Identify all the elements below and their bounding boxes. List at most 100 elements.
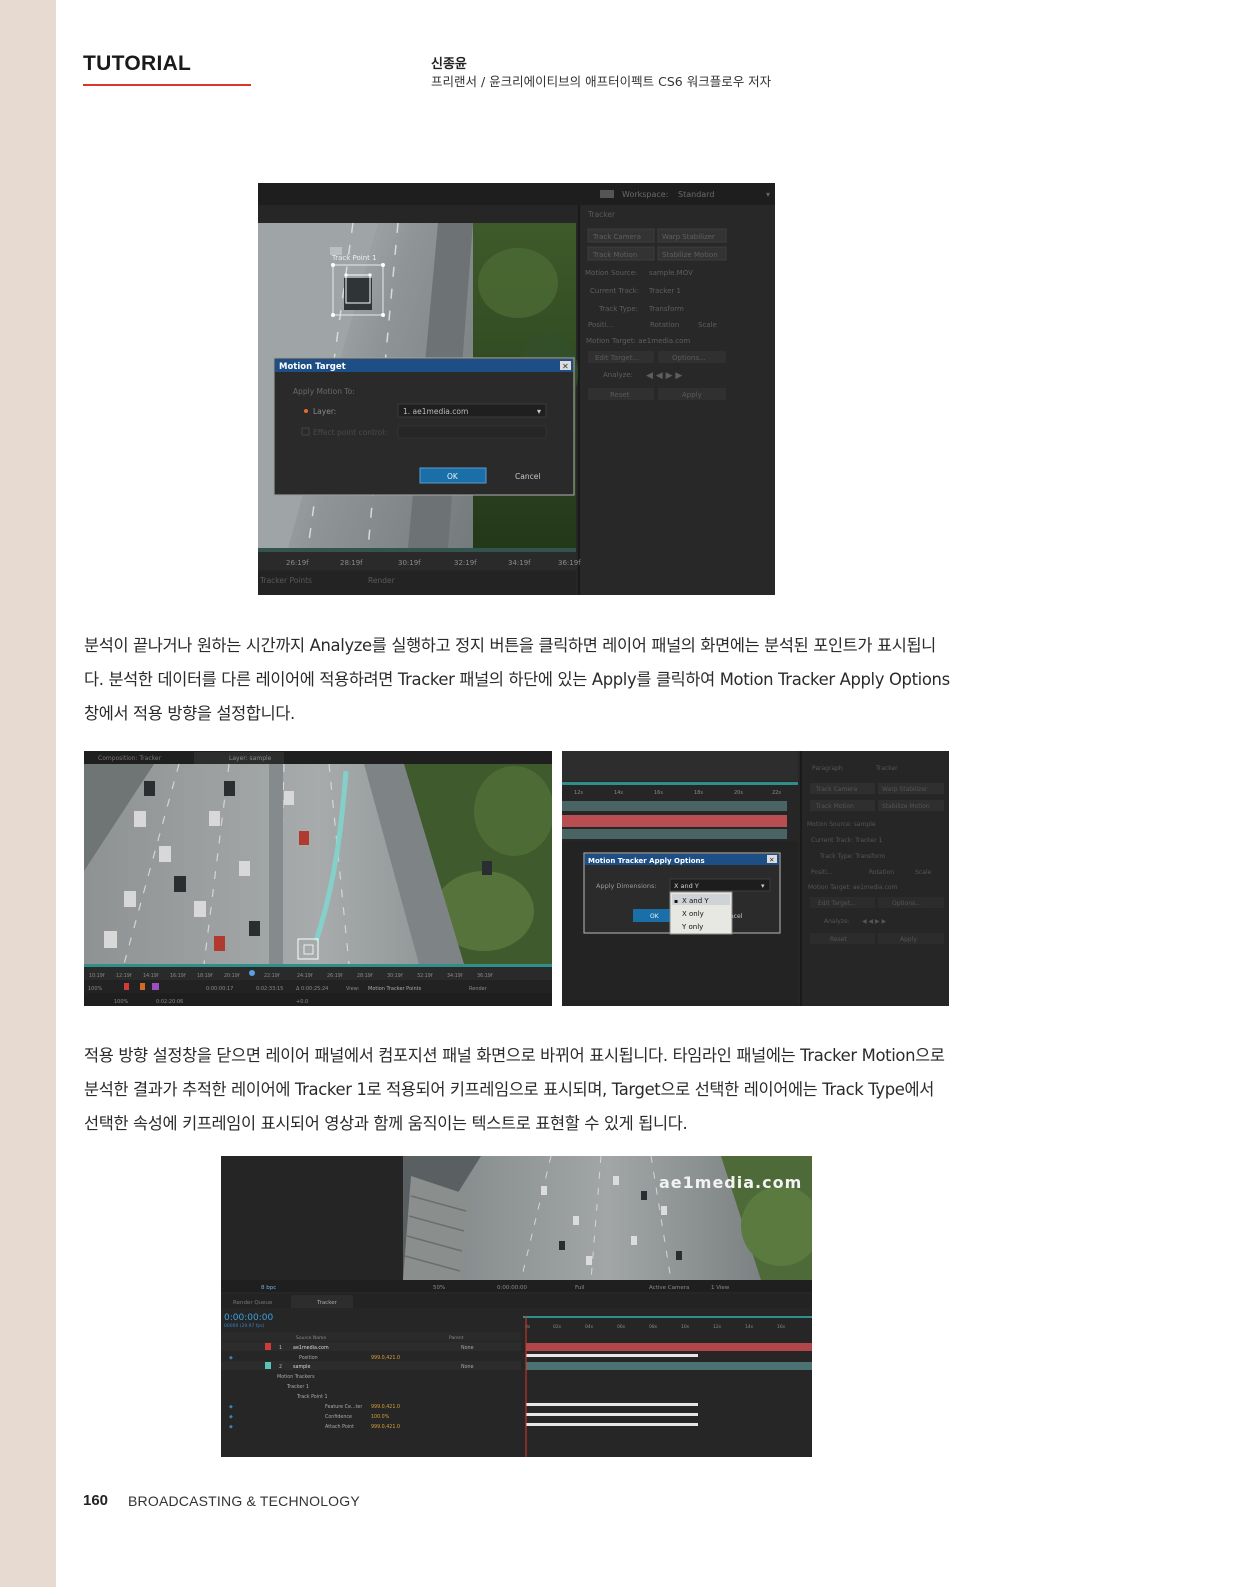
svg-text:06s: 06s [617,1324,626,1330]
ok-button: OK [447,472,459,481]
svg-text:34:19f: 34:19f [508,559,531,567]
svg-text:26:19f: 26:19f [286,559,309,567]
track-point-label: Track Point 1 [331,254,377,262]
svg-text:Positi...: Positi... [811,869,833,876]
svg-text:◆: ◆ [229,1414,233,1420]
svg-text:Tracker: Tracker [316,1300,338,1306]
svg-text:Options...: Options... [892,900,921,907]
svg-text:10:19f: 10:19f [89,973,105,979]
svg-text:22s: 22s [772,790,781,796]
svg-text:◀ ◀ ▶ ▶: ◀ ◀ ▶ ▶ [862,918,887,925]
dropdown-option-x-only: X only [682,910,704,918]
svg-text:30:19f: 30:19f [398,559,421,567]
svg-text:Layer:: Layer: [313,407,336,416]
svg-text:12:19f: 12:19f [116,973,132,979]
track-motion-button: Track Motion [592,251,637,259]
svg-text:28:19f: 28:19f [357,973,373,979]
svg-text:sample: sample [293,1364,310,1370]
svg-text:Apply: Apply [900,936,917,943]
svg-text:1 View: 1 View [711,1285,730,1291]
svg-text:Rotation: Rotation [869,869,894,876]
svg-text:18s: 18s [694,790,703,796]
svg-text:None: None [461,1364,474,1370]
svg-text:Attach Point: Attach Point [325,1424,354,1430]
svg-text:Parent: Parent [449,1335,464,1341]
page-number: 160 [83,1492,109,1509]
svg-text:34:19f: 34:19f [447,973,463,979]
svg-text:Current Track:: Current Track: [590,287,639,295]
track-camera-button: Track Camera [592,233,641,241]
svg-text:Position: Position [299,1355,318,1361]
screenshot-timeline: ae1media.com 8 bpc 50% 0:00:00:00 Full A… [221,1156,812,1457]
svg-text:Layer: sample: Layer: sample [229,755,272,762]
svg-text:0:00:00:17: 0:00:00:17 [206,986,233,992]
stabilize-motion-button: Stabilize Motion [662,251,718,259]
svg-text:Motion Tracker Points: Motion Tracker Points [368,986,422,992]
svg-text:1: 1 [279,1345,282,1351]
svg-text:999.0,421.0: 999.0,421.0 [371,1404,400,1410]
dropdown-option-x-and-y: X and Y [682,897,709,905]
svg-text:100.0%: 100.0% [371,1414,390,1420]
svg-text:Track Type:: Track Type: [598,305,638,313]
cancel-button: Cancel [515,472,540,481]
body-paragraph-2: 적용 방향 설정창을 닫으면 레이어 패널에서 컴포지션 패널 화면으로 바뀌어… [84,1046,945,1133]
svg-text:32:19f: 32:19f [454,559,477,567]
svg-text:Tracker: Tracker [875,765,898,772]
svg-text:32:19f: 32:19f [417,973,433,979]
svg-text:16:19f: 16:19f [170,973,186,979]
svg-text:0:02:33:15: 0:02:33:15 [256,986,283,992]
svg-text:ae1media.com: ae1media.com [293,1345,329,1351]
workspace-label: Workspace: [622,190,668,199]
svg-text:Composition: Tracker: Composition: Tracker [98,755,162,762]
svg-text:✕: ✕ [769,856,774,864]
svg-text:Source Name: Source Name [296,1335,326,1341]
svg-text:Warp Stabilizer: Warp Stabilizer [882,786,928,793]
apply-options-dialog-title: Motion Tracker Apply Options [588,857,705,865]
svg-text:12s: 12s [574,790,583,796]
svg-text:Track Motion: Track Motion [815,803,854,810]
watermark-text: ae1media.com [659,1173,802,1192]
svg-text:Tracker 1: Tracker 1 [286,1384,309,1390]
svg-text:999.0,421.0: 999.0,421.0 [371,1355,400,1361]
svg-text:▪: ▪ [674,898,678,905]
svg-text:08s: 08s [649,1324,658,1330]
svg-text:00000 (29.97 fps): 00000 (29.97 fps) [224,1323,265,1329]
svg-text:Active Camera: Active Camera [649,1285,689,1291]
screenshot-layer-panel: Composition: Tracker Layer: sample 10:19… [84,751,552,1006]
svg-text:22:19f: 22:19f [264,973,280,979]
svg-text:100%: 100% [88,986,103,992]
magazine-name: BROADCASTING & TECHNOLOGY [128,1493,360,1509]
svg-text:Track Point 1: Track Point 1 [296,1394,328,1400]
svg-text:Tracker 1: Tracker 1 [648,287,681,295]
svg-text:sample.MOV: sample.MOV [649,269,693,277]
svg-text:◆: ◆ [229,1424,233,1430]
dropdown-option-y-only: Y only [681,923,703,931]
svg-text:Transform: Transform [648,305,684,313]
svg-text:999.0,421.0: 999.0,421.0 [371,1424,400,1430]
svg-text:None: None [461,1345,474,1351]
timeline-timecode: 0:00:00:00 [224,1313,273,1323]
svg-text:Scale: Scale [915,869,931,876]
svg-text:◀ ◀ ▶ ▶: ◀ ◀ ▶ ▶ [646,371,682,381]
svg-text:Full: Full [575,1285,585,1291]
svg-text:04s: 04s [585,1324,594,1330]
svg-text:Render: Render [368,576,396,585]
workspace-value: Standard [678,190,714,199]
svg-text:Edit Target...: Edit Target... [595,354,639,362]
dimensions-select: X and Y [674,882,699,890]
svg-text:View:: View: [346,986,360,992]
svg-text:20s: 20s [734,790,743,796]
svg-text:Scale: Scale [698,321,717,329]
svg-text:◆: ◆ [229,1355,233,1361]
svg-text:30:19f: 30:19f [387,973,403,979]
svg-text:+0.0: +0.0 [296,999,308,1005]
svg-text:8 bpc: 8 bpc [261,1285,276,1291]
svg-text:Render Queue: Render Queue [233,1300,273,1306]
svg-text:✕: ✕ [562,362,569,371]
motion-target-dialog-title: Motion Target [279,362,346,372]
svg-text:Motion Source:: Motion Source: [585,269,637,277]
svg-text:Current Track: Tracker 1: Current Track: Tracker 1 [811,837,883,844]
svg-text:Apply Motion To:: Apply Motion To: [293,387,355,396]
svg-text:0:00:00:00: 0:00:00:00 [497,1285,528,1291]
svg-text:Motion Target: ae1media.com: Motion Target: ae1media.com [586,337,690,345]
